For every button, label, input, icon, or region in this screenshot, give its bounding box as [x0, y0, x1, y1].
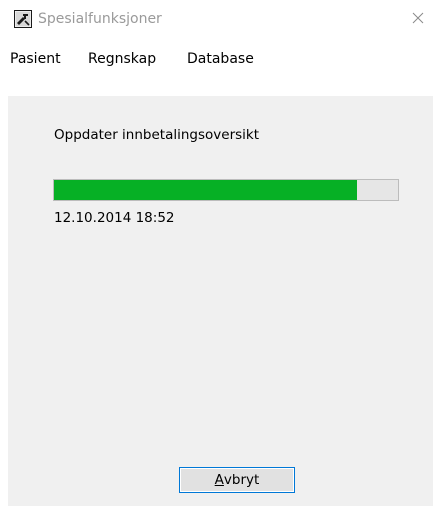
- progress-fill: [54, 180, 357, 200]
- window-title: Spesialfunksjoner: [38, 11, 162, 27]
- close-button[interactable]: [395, 0, 441, 36]
- cancel-mnemonic: A: [214, 472, 224, 488]
- menu-item-regnskap[interactable]: Regnskap: [88, 51, 156, 67]
- app-tools-icon: [14, 10, 32, 28]
- progress-bar: [53, 179, 399, 201]
- content-panel: Oppdater innbetalingsoversikt 12.10.2014…: [8, 96, 433, 506]
- menu-bar: Pasient Regnskap Database: [0, 46, 441, 74]
- timestamp: 12.10.2014 18:52: [54, 210, 175, 226]
- menu-item-pasient[interactable]: Pasient: [10, 51, 61, 67]
- task-label: Oppdater innbetalingsoversikt: [54, 127, 260, 143]
- cancel-button[interactable]: Avbryt: [179, 467, 295, 493]
- cancel-label-rest: vbryt: [223, 472, 260, 488]
- close-icon: [412, 9, 424, 28]
- title-bar: Spesialfunksjoner: [0, 0, 441, 40]
- menu-item-database[interactable]: Database: [187, 51, 254, 67]
- dialog-window: Spesialfunksjoner Pasient Regnskap Datab…: [0, 0, 441, 506]
